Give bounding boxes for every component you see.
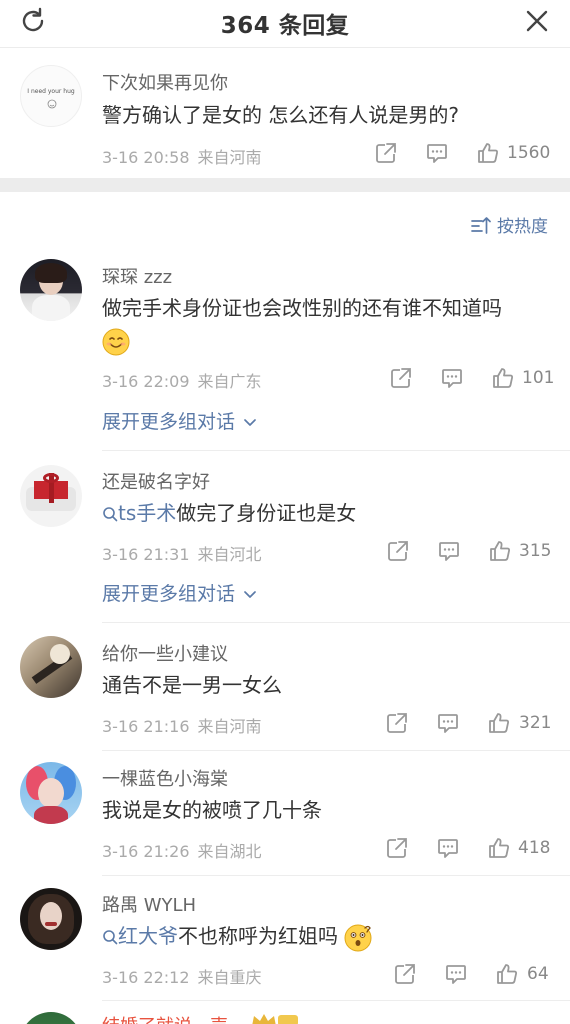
username[interactable]: 结婚了就说一声 [102, 1012, 228, 1024]
divider [102, 875, 570, 876]
username[interactable]: 下次如果再见你 [102, 69, 228, 95]
section-separator [0, 178, 570, 192]
share-icon[interactable] [385, 836, 409, 860]
expand-label: 展开更多组对话 [102, 583, 236, 605]
avatar[interactable] [20, 762, 82, 824]
like-count: 64 [527, 964, 549, 984]
username[interactable]: 一棵蓝色小海棠 [102, 765, 228, 791]
share-icon[interactable] [385, 711, 409, 735]
like-icon[interactable] [487, 711, 511, 735]
comment-location: 来自广东 [197, 372, 262, 391]
comment-icon[interactable] [425, 141, 449, 165]
comment-meta: 3-16 21:31 来自河北 [102, 541, 262, 565]
comment-text: ts手术做完了身份证也是女 [102, 497, 550, 529]
like-icon[interactable] [488, 539, 512, 563]
like-icon[interactable] [487, 836, 511, 860]
username[interactable]: 给你一些小建议 [102, 640, 228, 666]
sort-by-hot-button[interactable]: 按热度 [471, 212, 548, 237]
avatar[interactable] [20, 1012, 82, 1024]
chevron-down-icon [244, 591, 256, 598]
like-icon[interactable] [495, 962, 519, 986]
comment-text: 红大爷不也称呼为红姐吗 [102, 920, 550, 952]
avatar[interactable] [20, 888, 82, 950]
expand-conversation-link[interactable]: 展开更多组对话 [102, 579, 257, 606]
comment-meta: 3-16 20:58 来自河南 [102, 144, 262, 168]
comment-location: 来自重庆 [197, 968, 262, 987]
thinking-emoji-icon [344, 924, 372, 951]
expand-conversation-link[interactable]: 展开更多组对话 [102, 407, 257, 434]
page-title: 364 条回复 [220, 13, 350, 39]
search-icon [103, 930, 118, 945]
like-count: 1560 [507, 143, 551, 163]
comment-icon[interactable] [440, 366, 464, 390]
comment-body: 做完了身份证也是女 [176, 501, 357, 525]
comment-text: 警方确认了是女的 怎么还有人说是男的? [102, 103, 459, 127]
chevron-down-icon [244, 419, 256, 426]
topic-label: ts手术 [118, 501, 177, 525]
close-icon[interactable] [522, 6, 552, 36]
avatar-handwriting: I need your hug [27, 88, 75, 95]
comment-body: 做完手术身份证也会改性别的还有谁不知道吗 [102, 296, 502, 320]
smile-doodle-icon [47, 99, 57, 109]
topic-link[interactable]: ts手术 [102, 501, 176, 525]
comment-icon[interactable] [444, 962, 468, 986]
comment-location: 来自湖北 [197, 842, 262, 861]
like-icon[interactable] [491, 366, 515, 390]
topic-link[interactable]: 红大爷 [102, 924, 178, 948]
comment-body: 不也称呼为红姐吗 [178, 924, 338, 948]
smile-emoji-icon [102, 328, 130, 355]
search-icon [103, 507, 118, 522]
share-icon[interactable] [393, 962, 417, 986]
comment-meta: 3-16 21:16 来自河南 [102, 713, 262, 737]
expand-label: 展开更多组对话 [102, 411, 236, 433]
username[interactable]: 还是破名字好 [102, 468, 210, 494]
avatar[interactable]: I need your hug [20, 65, 82, 127]
share-icon[interactable] [386, 539, 410, 563]
comment-text: 我说是女的被喷了几十条 [102, 794, 550, 826]
divider [102, 622, 570, 623]
comment-icon[interactable] [436, 711, 460, 735]
like-icon[interactable] [476, 141, 500, 165]
divider [102, 450, 570, 451]
share-icon[interactable] [389, 366, 413, 390]
divider [102, 1000, 570, 1001]
comment-text: 通告不是一男一女么 [102, 669, 550, 701]
avatar[interactable] [20, 259, 82, 321]
like-count: 418 [518, 838, 551, 858]
topic-label: 红大爷 [118, 924, 178, 948]
header-bar: 364 条回复 [0, 0, 570, 48]
avatar[interactable] [20, 636, 82, 698]
like-count: 315 [519, 541, 552, 561]
comment-date: 3-16 20:58 [102, 148, 190, 167]
comment-location: 来自河南 [197, 717, 262, 736]
sort-icon [471, 216, 491, 234]
original-comment: I need your hug 下次如果再见你 警方确认了是女的 怎么还有人说是… [0, 49, 570, 177]
comment-location: 来自河南 [197, 148, 262, 167]
like-count: 101 [522, 368, 555, 388]
comment-meta: 3-16 21:26 来自湖北 [102, 838, 262, 862]
comment-body: 我说是女的被喷了几十条 [102, 798, 322, 822]
sort-label: 按热度 [497, 217, 548, 237]
comment-body: 通告不是一男一女么 [102, 673, 282, 697]
comment-date: 3-16 21:26 [102, 842, 190, 861]
comment-date: 3-16 21:31 [102, 545, 190, 564]
comment-date: 3-16 21:16 [102, 717, 190, 736]
crown-badge-icon [252, 1014, 298, 1024]
comment-text: 做完手术身份证也会改性别的还有谁不知道吗 [102, 292, 550, 356]
comment-icon[interactable] [436, 836, 460, 860]
share-icon[interactable] [374, 141, 398, 165]
comment-meta: 3-16 22:12 来自重庆 [102, 964, 262, 988]
avatar[interactable] [20, 465, 82, 527]
comment-date: 3-16 22:09 [102, 372, 190, 391]
comment-icon[interactable] [437, 539, 461, 563]
comment-meta: 3-16 22:09 来自广东 [102, 368, 262, 392]
comment-date: 3-16 22:12 [102, 968, 190, 987]
username[interactable]: 路禺 WYLH [102, 891, 196, 917]
divider [102, 750, 570, 751]
username[interactable]: 琛琛 zzz [102, 263, 172, 289]
comment-location: 来自河北 [197, 545, 262, 564]
like-count: 321 [519, 713, 552, 733]
